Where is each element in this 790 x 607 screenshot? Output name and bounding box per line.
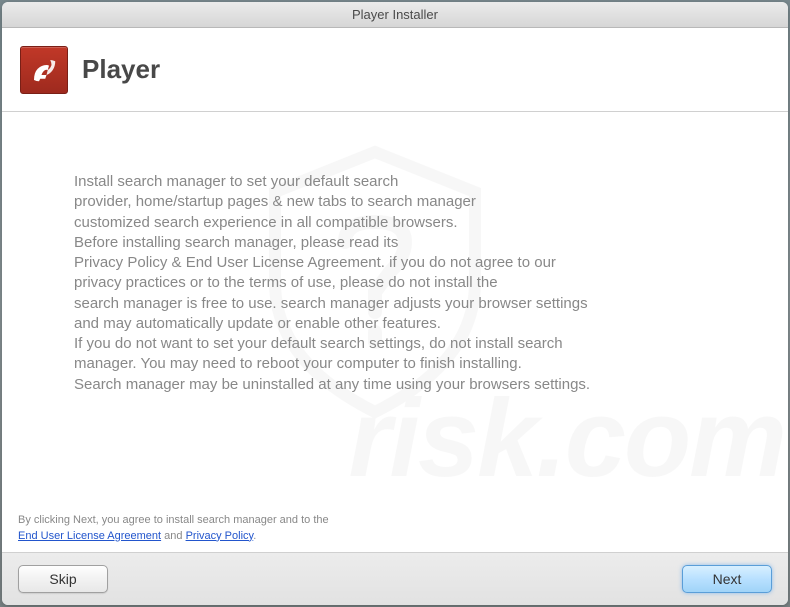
privacy-link[interactable]: Privacy Policy <box>186 530 254 542</box>
button-bar: Skip Next <box>2 553 788 605</box>
footer-notice: By clicking Next, you agree to install s… <box>2 501 788 553</box>
titlebar: Player Installer <box>2 2 788 28</box>
and-text: and <box>161 530 185 542</box>
next-button[interactable]: Next <box>682 565 772 593</box>
body-text: Install search manager to set your defau… <box>74 172 716 395</box>
header: Player <box>2 28 788 112</box>
window-title: Player Installer <box>352 7 438 22</box>
installer-window: Player Installer Player risk.com Install… <box>2 2 788 605</box>
header-title: Player <box>82 54 160 85</box>
notice-suffix: . <box>253 530 256 542</box>
eula-link[interactable]: End User License Agreement <box>18 530 161 542</box>
notice-prefix: By clicking Next, you agree to install s… <box>18 514 329 526</box>
skip-button[interactable]: Skip <box>18 565 108 593</box>
flash-player-icon <box>20 46 68 94</box>
flash-logo-icon <box>29 55 59 85</box>
content-area: risk.com Install search manager to set y… <box>2 112 788 501</box>
